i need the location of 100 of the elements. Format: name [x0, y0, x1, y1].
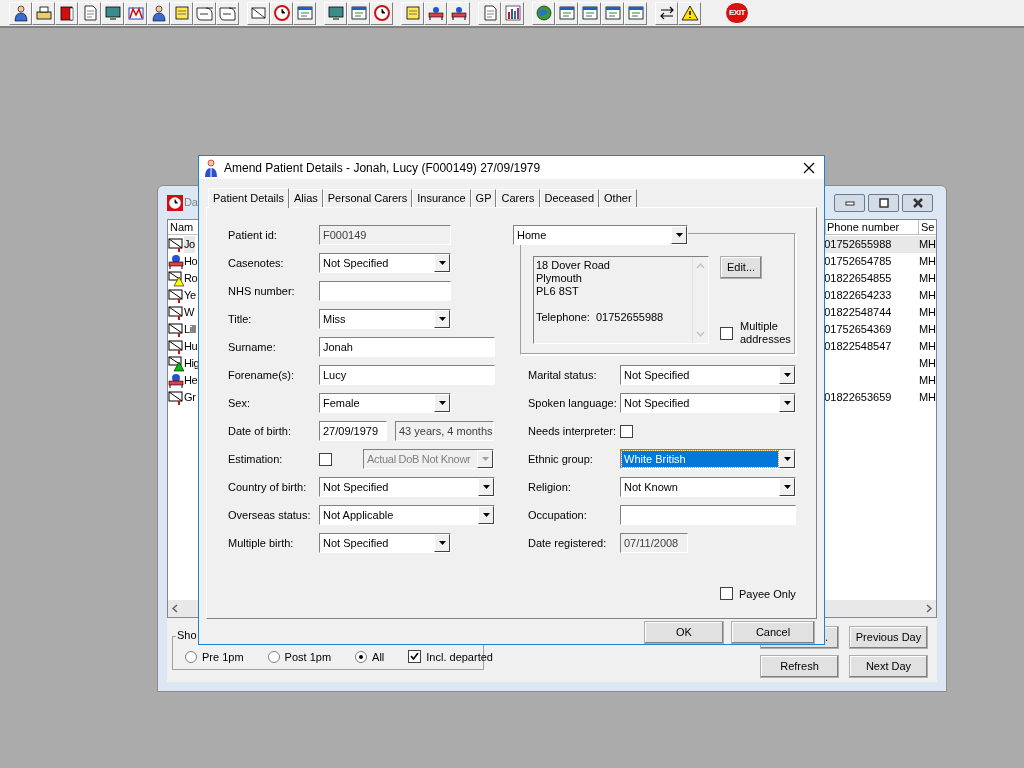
toolbar-button[interactable]	[32, 1, 55, 25]
checkbox-label: Incl. departed	[426, 649, 493, 665]
field-label: Country of birth:	[228, 479, 308, 495]
toolbar-button[interactable]	[55, 1, 78, 25]
dropdown[interactable]: Not Specified	[319, 533, 451, 553]
table-cell[interactable]: Gr	[184, 389, 196, 406]
input-field[interactable]: Jonah	[319, 337, 495, 357]
tab[interactable]: Patient Details	[208, 188, 289, 208]
checkbox[interactable]	[408, 650, 422, 664]
tab[interactable]: GP	[470, 189, 497, 207]
edit-button[interactable]: Edit...	[720, 256, 762, 279]
field-label: Casenotes:	[228, 255, 285, 271]
address-line: 18 Dover Road	[536, 259, 611, 272]
caret-icon	[482, 485, 490, 489]
toolbar-button[interactable]	[501, 1, 524, 25]
radio-option[interactable]: Pre 1pm	[185, 648, 244, 665]
close-button[interactable]	[902, 193, 933, 212]
input-field[interactable]: 07/11/2008	[620, 533, 688, 553]
input-field[interactable]: 43 years, 4 months	[395, 421, 494, 441]
toolbar-button[interactable]	[424, 1, 447, 25]
minimize-button[interactable]	[834, 193, 865, 212]
table-cell[interactable]: Ro	[184, 270, 198, 287]
caret-icon	[783, 401, 791, 405]
tab[interactable]: Insurance	[412, 189, 471, 207]
field-label: Ethnic group:	[528, 451, 594, 467]
toolbar-button[interactable]	[655, 1, 678, 25]
input-field[interactable]: F000149	[319, 225, 451, 245]
checkbox-label: Multiple addresses	[740, 320, 792, 346]
tab[interactable]: Personal Carers	[322, 189, 413, 207]
toolbar-button[interactable]	[601, 1, 624, 25]
column-header[interactable]: Phone number	[826, 220, 919, 235]
caret-icon	[783, 457, 791, 461]
toolbar-button[interactable]	[101, 1, 124, 25]
tab[interactable]: Alias	[288, 189, 323, 207]
refresh-button[interactable]: Refresh	[760, 655, 839, 678]
checkbox[interactable]	[720, 327, 733, 340]
radio-option[interactable]: All	[355, 648, 385, 665]
table-cell-text: MH	[917, 322, 936, 338]
dropdown[interactable]: Not Specified	[620, 393, 796, 413]
table-cell[interactable]: Hu	[184, 338, 198, 355]
dropdown[interactable]: Miss	[319, 309, 451, 329]
toolbar-button[interactable]	[447, 1, 470, 25]
input-field[interactable]: Lucy	[319, 365, 495, 385]
field-label: Patient id:	[228, 227, 278, 243]
table-cell-text: 01752654785	[824, 254, 892, 270]
toolbar-button[interactable]	[624, 1, 647, 25]
table-cell-text: MH	[917, 356, 936, 372]
input-field[interactable]: 27/09/1979	[319, 421, 387, 441]
next-day-button[interactable]: Next Day	[849, 655, 928, 678]
table-cell[interactable]: He	[184, 372, 198, 389]
note-icon	[403, 4, 422, 22]
radio-option[interactable]: Post 1pm	[267, 648, 332, 665]
dropdown[interactable]: Not Known	[620, 477, 796, 497]
table-cell[interactable]: W	[184, 304, 194, 321]
scroll-left-icon	[172, 604, 178, 613]
field-label: Title:	[228, 311, 253, 327]
dropdown[interactable]: Not Specified	[319, 477, 495, 497]
table-cell[interactable]: Lill	[184, 321, 196, 338]
table-cell-text: MH	[917, 271, 936, 287]
checkbox[interactable]	[620, 424, 633, 438]
field-label: Occupation:	[528, 507, 588, 523]
table-cell[interactable]: Ye	[184, 287, 196, 304]
dropdown[interactable]: White British	[620, 449, 796, 469]
toolbar-button[interactable]	[578, 1, 601, 25]
cancel-button[interactable]: Cancel	[731, 621, 815, 644]
tab[interactable]: Other	[599, 189, 637, 207]
field-label: NHS number:	[228, 283, 296, 299]
toolbar-button[interactable]	[555, 1, 578, 25]
window-icon	[557, 4, 576, 22]
dropdown[interactable]: Female	[319, 393, 451, 413]
checkbox[interactable]	[720, 587, 733, 601]
dropdown[interactable]: Not Specified	[620, 365, 796, 385]
address-line: PL6 8ST	[536, 285, 580, 298]
close-icon[interactable]	[803, 161, 815, 174]
input-field[interactable]	[620, 505, 796, 525]
dropdown[interactable]: Not Applicable	[319, 505, 495, 525]
tab[interactable]: Carers	[496, 189, 540, 207]
table-cell[interactable]: Jo	[184, 236, 195, 253]
toolbar-button[interactable]	[9, 1, 32, 25]
table-cell-text: 01822653659	[824, 390, 892, 406]
window-icon	[349, 4, 368, 22]
toolbar-button[interactable]	[347, 1, 370, 25]
toolbar-button[interactable]	[532, 1, 555, 25]
toolbar-button[interactable]	[293, 1, 316, 25]
previous-day-button[interactable]: Previous Day	[849, 626, 928, 649]
tab[interactable]: Deceased	[539, 189, 600, 207]
table-cell[interactable]: Ho	[184, 253, 198, 270]
toolbar-button[interactable]	[324, 1, 347, 25]
toolbar-button[interactable]	[678, 1, 701, 25]
toolbar-button[interactable]	[147, 1, 170, 25]
address-box[interactable]: 18 Dover Road Plymouth PL6 8ST Telephone: 01752655988	[533, 256, 709, 344]
column-header[interactable]: Se	[919, 220, 936, 235]
input-field[interactable]	[319, 281, 451, 301]
monitor-icon	[326, 4, 345, 22]
address-telephone: Telephone: 01752655988	[536, 311, 665, 324]
maximize-button[interactable]	[868, 193, 899, 212]
ok-button[interactable]: OK	[644, 621, 724, 644]
dropdown[interactable]: Not Specified	[319, 253, 451, 273]
dropdown[interactable]: Home	[513, 225, 688, 245]
exit-button[interactable]: EXIT	[725, 2, 749, 24]
